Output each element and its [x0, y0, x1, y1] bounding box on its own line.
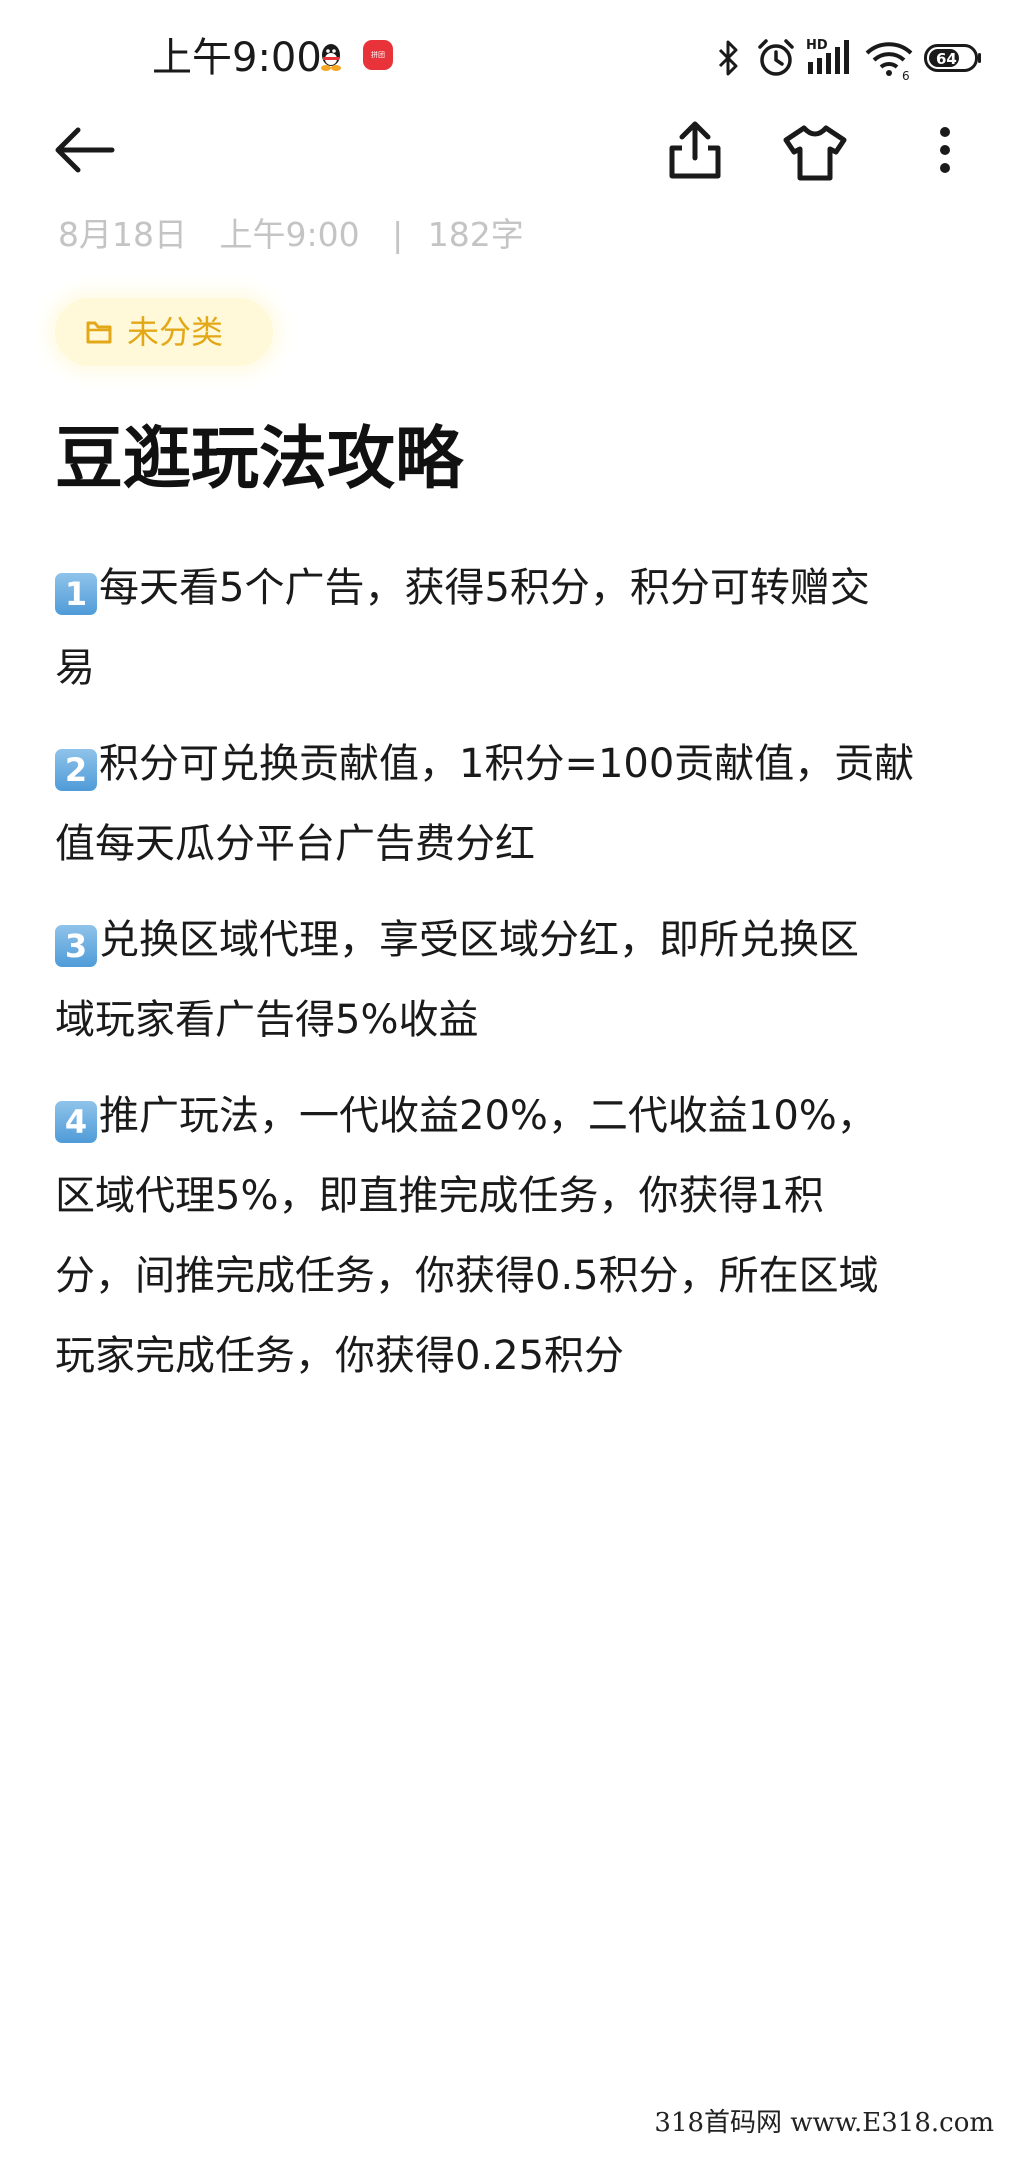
battery-icon: 64 [924, 44, 982, 72]
watermark: 318首码网 www.E318.com [648, 2100, 1000, 2141]
tshirt-icon [783, 125, 847, 181]
note-time: 上午9:00 [219, 215, 360, 254]
theme-button[interactable] [780, 118, 850, 188]
svg-text:HD: HD [806, 38, 828, 53]
paragraph-line: 易 [55, 645, 95, 691]
qq-icon [318, 42, 344, 72]
number-2-badge-icon: 2 [55, 749, 97, 791]
status-bar: 上午9:00 拼团 HD 6 64 [0, 0, 1022, 118]
line-text: 每天看5个广告，获得5积分，积分可转赠交 [99, 565, 870, 611]
paragraph-1: 1 每天看5个广告，获得5积分，积分可转赠交 易 [55, 548, 975, 708]
svg-text:64: 64 [936, 50, 957, 68]
paragraph-4: 4 推广玩法，一代收益20%，二代收益10%， 区域代理5%，即直推完成任务，你获… [55, 1076, 975, 1396]
paragraph-line: 值每天瓜分平台广告费分红 [55, 821, 535, 867]
folder-icon [85, 318, 113, 346]
back-arrow-icon [55, 127, 115, 173]
paragraph-line: 玩家完成任务，你获得0.25积分 [55, 1333, 625, 1379]
app-notification-icon: 拼团 [363, 40, 393, 70]
svg-text:6: 6 [902, 69, 910, 80]
hd-signal-icon: HD [806, 36, 852, 76]
paragraph-line: 分，间推完成任务，你获得0.5积分，所在区域 [55, 1253, 879, 1299]
paragraph-line: 域玩家看广告得5%收益 [55, 997, 479, 1043]
category-chip[interactable]: 未分类 [55, 298, 273, 366]
note-date: 8月18日 [58, 215, 187, 254]
line-text: 积分可兑换贡献值，1积分=100贡献值，贡献 [99, 741, 915, 787]
share-icon [669, 121, 721, 179]
share-button[interactable] [660, 118, 730, 188]
paragraph-2: 2 积分可兑换贡献值，1积分=100贡献值，贡献 值每天瓜分平台广告费分红 [55, 724, 975, 884]
meta-separator: | [392, 215, 404, 254]
status-time: 上午9:00 [152, 35, 322, 81]
note-meta: 8月18日 上午9:00 | 182字 [58, 210, 546, 260]
paragraph-line: 4 推广玩法，一代收益20%，二代收益10%， [55, 1076, 975, 1156]
paragraph-3: 3 兑换区域代理，享受区域分红，即所兑换区 域玩家看广告得5%收益 [55, 900, 975, 1060]
number-3-badge-icon: 3 [55, 925, 97, 967]
paragraph-line: 3 兑换区域代理，享受区域分红，即所兑换区 [55, 900, 975, 980]
back-button[interactable] [50, 118, 120, 188]
line-text: 兑换区域代理，享受区域分红，即所兑换区 [99, 917, 859, 963]
wifi-icon: 6 [864, 38, 914, 83]
more-vertical-icon [940, 127, 950, 173]
line-text: 推广玩法，一代收益20%，二代收益10%， [99, 1093, 877, 1139]
number-4-badge-icon: 4 [55, 1101, 97, 1143]
paragraph-line: 区域代理5%，即直推完成任务，你获得1积 [55, 1173, 824, 1219]
more-button[interactable] [910, 118, 980, 188]
note-body[interactable]: 1 每天看5个广告，获得5积分，积分可转赠交 易 2 积分可兑换贡献值，1积分=10… [55, 548, 975, 1412]
paragraph-line: 2 积分可兑换贡献值，1积分=100贡献值，贡献 [55, 724, 975, 804]
alarm-icon [756, 38, 796, 78]
bluetooth-icon [716, 38, 740, 78]
number-1-badge-icon: 1 [55, 573, 97, 615]
paragraph-line: 1 每天看5个广告，获得5积分，积分可转赠交 [55, 548, 975, 628]
note-title: 豆逛玩法攻略 [55, 420, 464, 499]
category-label: 未分类 [127, 313, 224, 351]
word-count: 182字 [427, 215, 524, 254]
